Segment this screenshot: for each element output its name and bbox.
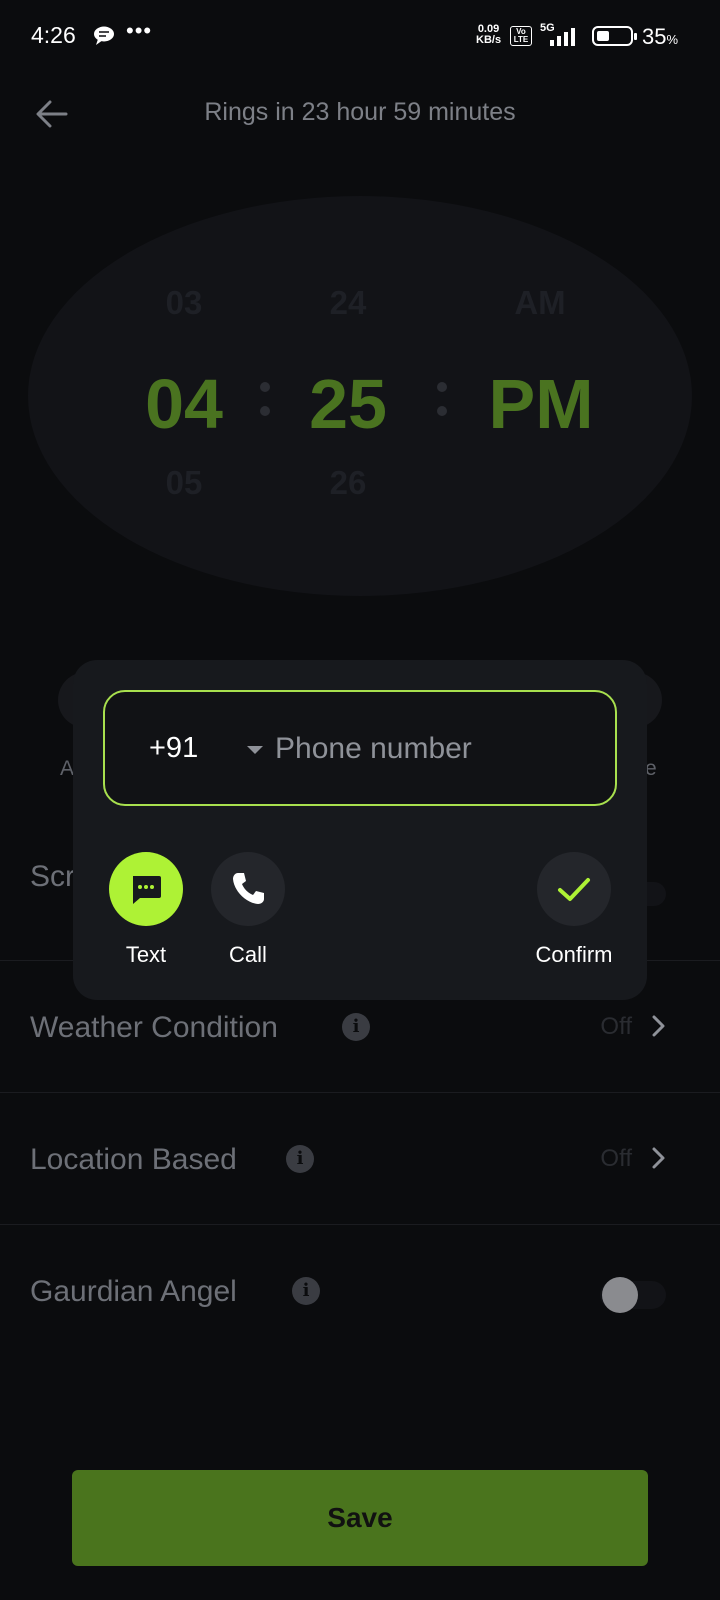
weather-value: Off	[600, 1013, 632, 1040]
location-label: Location Based	[30, 1143, 237, 1176]
call-button[interactable]	[211, 852, 285, 926]
network-speed-unit: KB/s	[476, 34, 502, 46]
volte-icon: Vo LTE	[510, 26, 532, 46]
phone-field[interactable]: +91	[103, 690, 617, 806]
country-code-dropdown-icon[interactable]	[247, 746, 263, 754]
period-prev[interactable]: AM	[480, 284, 600, 322]
time-separator	[260, 382, 270, 430]
battery-icon	[592, 26, 637, 46]
call-button-label: Call	[229, 942, 267, 967]
confirm-button-label: Confirm	[535, 942, 613, 967]
hour-next[interactable]: 05	[134, 464, 234, 502]
info-icon[interactable]: i	[286, 1145, 314, 1173]
hour-prev[interactable]: 03	[134, 284, 234, 322]
minute-prev[interactable]: 24	[298, 284, 398, 322]
setting-row-guardian[interactable]: Gaurdian Angel i	[0, 1224, 720, 1356]
chat-notification-icon	[93, 26, 115, 51]
checkmark-icon	[558, 878, 590, 901]
info-icon[interactable]: i	[342, 1013, 370, 1041]
chevron-right-icon	[648, 1143, 668, 1173]
time-separator	[437, 382, 447, 430]
setting-row-location[interactable]: Location Based i Off	[0, 1092, 720, 1224]
hour-selected[interactable]: 04	[124, 364, 244, 444]
minute-selected[interactable]: 25	[288, 364, 408, 444]
weather-label: Weather Condition	[30, 1011, 278, 1044]
message-icon	[133, 876, 161, 904]
status-time: 4:26	[31, 22, 76, 48]
battery-percent-sign: %	[666, 32, 679, 47]
chevron-right-icon	[648, 1011, 668, 1041]
phone-popup: +91 Text Call Confirm	[73, 660, 647, 1000]
country-code[interactable]: +91	[149, 732, 198, 765]
phone-number-input[interactable]	[275, 726, 595, 772]
battery-percent-value: 35	[642, 24, 667, 49]
info-icon[interactable]: i	[292, 1277, 320, 1305]
save-button[interactable]: Save	[72, 1470, 648, 1566]
signal-icon	[550, 26, 584, 51]
page-title: Rings in 23 hour 59 minutes	[204, 98, 516, 126]
background-option-label: A	[60, 757, 75, 780]
more-notifications-icon: •••	[126, 18, 153, 43]
location-value: Off	[600, 1145, 632, 1172]
toggle-knob	[602, 1277, 638, 1313]
minute-next[interactable]: 26	[298, 464, 398, 502]
guardian-toggle[interactable]	[600, 1277, 666, 1313]
volte-bottom: LTE	[513, 35, 529, 44]
phone-icon	[233, 873, 264, 904]
status-bar: 4:26 ••• 0.09 KB/s Vo LTE 5G 35%	[0, 0, 720, 72]
period-selected[interactable]: PM	[466, 364, 616, 444]
network-speed: 0.09 KB/s	[476, 24, 501, 46]
battery-percent: 35%	[642, 24, 678, 50]
guardian-label: Gaurdian Angel	[30, 1275, 237, 1308]
partial-setting-label: Scr	[30, 860, 75, 893]
text-button[interactable]	[109, 852, 183, 926]
confirm-button[interactable]	[537, 852, 611, 926]
